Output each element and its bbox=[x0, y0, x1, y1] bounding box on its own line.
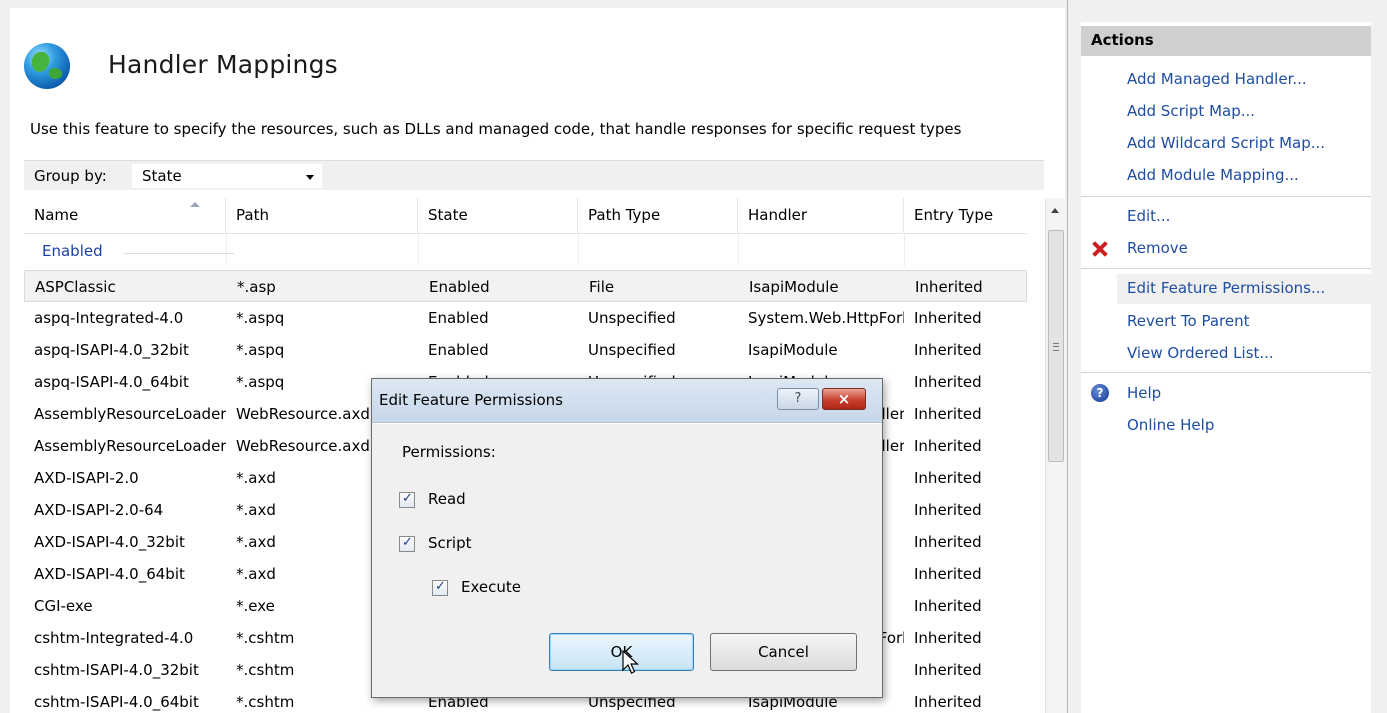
column-header-path[interactable]: Path bbox=[226, 198, 418, 234]
cell-entry-type: Inherited bbox=[914, 469, 982, 487]
online-help-link[interactable]: Online Help bbox=[1127, 416, 1214, 434]
column-header-state[interactable]: State bbox=[418, 198, 578, 234]
chevron-down-icon bbox=[306, 175, 314, 180]
remove-link[interactable]: Remove bbox=[1127, 239, 1188, 257]
cell-state: Enabled bbox=[428, 309, 489, 327]
column-label: Name bbox=[34, 206, 79, 224]
cell-name: aspq-Integrated-4.0 bbox=[34, 309, 184, 327]
scrollbar-thumb[interactable] bbox=[1048, 230, 1064, 462]
dialog-titlebar[interactable]: Edit Feature Permissions ? × bbox=[372, 379, 882, 423]
cell-state: Enabled bbox=[428, 341, 489, 359]
add-wildcard-script-map-link[interactable]: Add Wildcard Script Map... bbox=[1127, 134, 1325, 152]
cell-entry-type: Inherited bbox=[914, 341, 982, 359]
cancel-button[interactable]: Cancel bbox=[710, 633, 857, 671]
cell-name: AssemblyResourceLoader-Integrated-4.0 bbox=[34, 437, 226, 455]
actions-separator bbox=[1081, 196, 1371, 197]
table-row[interactable]: aspq-Integrated-4.0 *.aspq Enabled Unspecif… bbox=[24, 302, 1027, 334]
add-module-mapping-link[interactable]: Add Module Mapping... bbox=[1127, 166, 1299, 184]
group-header-enabled[interactable]: Enabled bbox=[24, 238, 1027, 266]
help-icon: ? bbox=[1091, 384, 1109, 402]
cell-name: cshtm-ISAPI-4.0_64bit bbox=[34, 693, 199, 711]
cell-name: AssemblyResourceLoader-Integrated bbox=[34, 405, 226, 423]
globe-icon bbox=[24, 43, 70, 89]
group-by-value: State bbox=[142, 167, 182, 185]
cell-name: aspq-ISAPI-4.0_32bit bbox=[34, 341, 189, 359]
cell-name: cshtm-ISAPI-4.0_32bit bbox=[34, 661, 199, 679]
cell-entry-type: Inherited bbox=[914, 533, 982, 551]
table-header: Name Path State Path Type Handler Entry … bbox=[24, 198, 1027, 234]
permissions-label: Permissions: bbox=[402, 443, 496, 461]
cell-name: aspq-ISAPI-4.0_64bit bbox=[34, 373, 189, 391]
cell-path: *.aspq bbox=[236, 341, 285, 359]
group-by-bar: Group by: State bbox=[24, 160, 1044, 190]
remove-x-icon bbox=[1091, 240, 1109, 258]
group-by-label: Group by: bbox=[34, 167, 107, 185]
execute-label[interactable]: Execute bbox=[461, 578, 521, 596]
actions-separator bbox=[1081, 268, 1371, 269]
cell-entry-type: Inherited bbox=[914, 501, 982, 519]
mouse-cursor-icon bbox=[622, 650, 640, 674]
cell-path-type: Unspecified bbox=[588, 341, 676, 359]
column-header-entry-type[interactable]: Entry Type bbox=[904, 198, 1027, 234]
cell-handler: System.Web.HttpForbiddenHandler bbox=[748, 309, 904, 327]
cell-entry-type: Inherited bbox=[914, 405, 982, 423]
cell-handler: IsapiModule bbox=[749, 278, 839, 296]
cell-entry-type: Inherited bbox=[914, 565, 982, 583]
cell-entry-type: Inherited bbox=[914, 597, 982, 615]
cell-handler: IsapiModule bbox=[748, 341, 838, 359]
read-checkbox[interactable] bbox=[399, 491, 415, 508]
cell-entry-type: Inherited bbox=[914, 373, 982, 391]
column-header-handler[interactable]: Handler bbox=[738, 198, 904, 234]
actions-separator bbox=[1081, 372, 1371, 373]
cell-entry-type: Inherited bbox=[914, 437, 982, 455]
edit-feature-permissions-link[interactable]: Edit Feature Permissions... bbox=[1117, 274, 1371, 304]
table-row[interactable]: aspq-ISAPI-4.0_32bit *.aspq Enabled Unspeci… bbox=[24, 334, 1027, 366]
page-title: Handler Mappings bbox=[108, 50, 338, 79]
cell-name: AXD-ISAPI-2.0 bbox=[34, 469, 139, 487]
pane-divider[interactable] bbox=[1067, 0, 1068, 713]
actions-header: Actions bbox=[1081, 26, 1371, 56]
add-script-map-link[interactable]: Add Script Map... bbox=[1127, 102, 1255, 120]
help-link[interactable]: Help bbox=[1127, 384, 1161, 402]
sort-ascending-icon bbox=[190, 202, 200, 207]
page-description: Use this feature to specify the resource… bbox=[30, 120, 962, 138]
vertical-scrollbar[interactable] bbox=[1045, 198, 1065, 713]
group-label: Enabled bbox=[42, 242, 109, 260]
cell-entry-type: Inherited bbox=[914, 629, 982, 647]
actions-pane: Actions Add Managed Handler... Add Scrip… bbox=[1081, 22, 1371, 713]
cell-name: cshtm-Integrated-4.0 bbox=[34, 629, 194, 647]
edit-link[interactable]: Edit... bbox=[1127, 207, 1170, 225]
revert-to-parent-link[interactable]: Revert To Parent bbox=[1127, 312, 1249, 330]
scroll-up-icon[interactable] bbox=[1051, 208, 1059, 213]
column-header-name[interactable]: Name bbox=[24, 198, 226, 234]
cell-name: ASPClassic bbox=[35, 278, 116, 296]
dialog-title: Edit Feature Permissions bbox=[379, 391, 563, 409]
cell-path-type: Unspecified bbox=[588, 309, 676, 327]
cell-name: AXD-ISAPI-2.0-64 bbox=[34, 501, 164, 519]
script-checkbox[interactable] bbox=[399, 535, 415, 552]
cell-entry-type: Inherited bbox=[914, 661, 982, 679]
read-label[interactable]: Read bbox=[428, 490, 466, 508]
table-row[interactable]: ASPClassic *.asp Enabled File IsapiModule Inh… bbox=[24, 270, 1027, 302]
view-ordered-list-link[interactable]: View Ordered List... bbox=[1127, 344, 1274, 362]
group-divider bbox=[124, 253, 234, 254]
cell-path: *.aspq bbox=[236, 309, 285, 327]
cell-name: CGI-exe bbox=[34, 597, 93, 615]
help-button[interactable]: ? bbox=[777, 388, 819, 410]
execute-checkbox[interactable] bbox=[432, 579, 448, 596]
cell-path-type: File bbox=[589, 278, 615, 296]
column-header-path-type[interactable]: Path Type bbox=[578, 198, 738, 234]
cell-path: *.asp bbox=[237, 278, 276, 296]
close-button[interactable]: × bbox=[822, 388, 866, 410]
add-managed-handler-link[interactable]: Add Managed Handler... bbox=[1127, 70, 1307, 88]
cell-entry-type: Inherited bbox=[914, 309, 982, 327]
cell-name: AXD-ISAPI-4.0_64bit bbox=[34, 565, 185, 583]
cell-entry-type: Inherited bbox=[914, 693, 982, 711]
cell-state: Enabled bbox=[429, 278, 490, 296]
script-label[interactable]: Script bbox=[428, 534, 472, 552]
cell-entry-type: Inherited bbox=[915, 278, 983, 296]
cell-name: AXD-ISAPI-4.0_32bit bbox=[34, 533, 185, 551]
group-by-select[interactable]: State bbox=[132, 164, 322, 188]
